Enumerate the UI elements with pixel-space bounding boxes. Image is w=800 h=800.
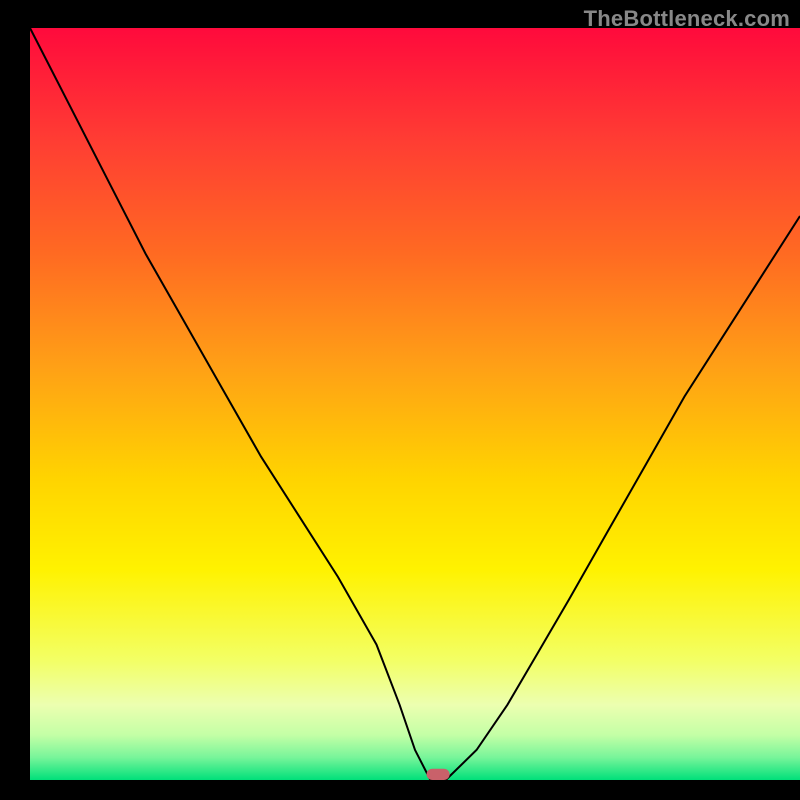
plot-background <box>30 28 800 780</box>
chart-svg <box>0 0 800 800</box>
optimal-marker <box>427 769 450 780</box>
bottleneck-chart: TheBottleneck.com <box>0 0 800 800</box>
watermark-text: TheBottleneck.com <box>584 6 790 32</box>
